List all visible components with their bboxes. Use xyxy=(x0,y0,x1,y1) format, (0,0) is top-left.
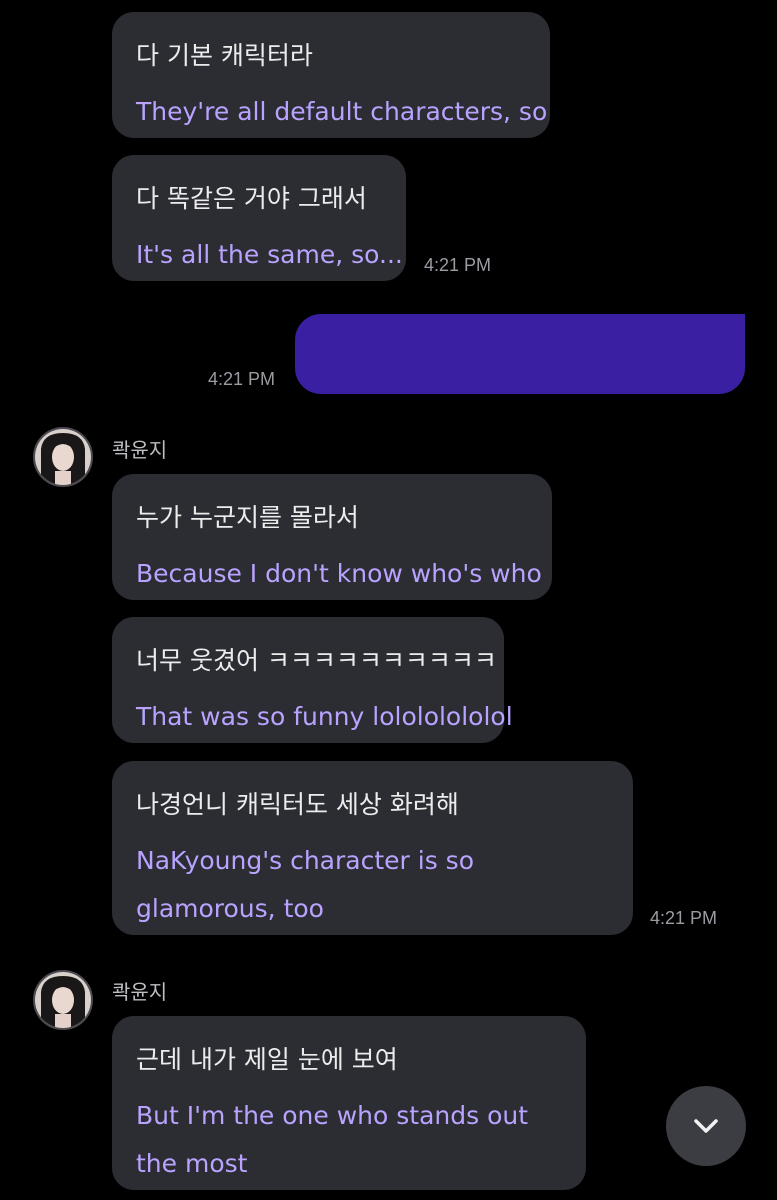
avatar[interactable] xyxy=(33,427,93,487)
message-bubble[interactable]: 누가 누군지를 몰라서 Because I don't know who's w… xyxy=(112,474,552,600)
avatar-photo xyxy=(35,972,91,1028)
sender-name: 콱윤지 xyxy=(112,980,168,1004)
own-message-bubble[interactable] xyxy=(295,314,745,394)
avatar[interactable] xyxy=(33,970,93,1030)
message-bubble[interactable]: 다 기본 캐릭터라 They're all default characters… xyxy=(112,12,550,138)
message-translation-text: It's all the same, so... xyxy=(136,240,403,269)
own-message-timestamp: 4:21 PM xyxy=(208,369,276,389)
message-translation-text: They're all default characters, so xyxy=(136,97,548,126)
message-timestamp: 4:21 PM xyxy=(424,255,492,275)
message-korean-text: 근데 내가 제일 눈에 보여 xyxy=(136,1045,398,1074)
message-korean-text: 다 기본 캐릭터라 xyxy=(136,41,313,70)
message-korean-text: 너무 웃겼어 ㅋㅋㅋㅋㅋㅋㅋㅋㅋㅋ xyxy=(136,646,497,675)
message-translation-text: NaKyoung's character is so glamorous, to… xyxy=(136,846,474,923)
message-korean-text: 다 똑같은 거야 그래서 xyxy=(136,184,367,213)
message-bubble[interactable]: 근데 내가 제일 눈에 보여 But I'm the one who stand… xyxy=(112,1016,586,1190)
message-bubble[interactable]: 다 똑같은 거야 그래서 It's all the same, so... xyxy=(112,155,406,281)
message-korean-text: 누가 누군지를 몰라서 xyxy=(136,503,359,532)
message-translation-text: That was so funny lolololololol xyxy=(136,702,513,731)
scroll-to-bottom-button[interactable] xyxy=(666,1086,746,1166)
message-bubble[interactable]: 나경언니 캐릭터도 세상 화려해 NaKyoung's character is… xyxy=(112,761,633,935)
sender-name: 콱윤지 xyxy=(112,438,168,462)
avatar-photo xyxy=(35,429,91,485)
message-translation-text: But I'm the one who stands out the most xyxy=(136,1101,529,1178)
chevron-down-icon xyxy=(694,1119,718,1133)
message-timestamp: 4:21 PM xyxy=(650,908,718,928)
message-bubble[interactable]: 너무 웃겼어 ㅋㅋㅋㅋㅋㅋㅋㅋㅋㅋ That was so funny lolo… xyxy=(112,617,513,743)
message-korean-text: 나경언니 캐릭터도 세상 화려해 xyxy=(136,790,459,819)
message-translation-text: Because I don't know who's who xyxy=(136,559,542,588)
